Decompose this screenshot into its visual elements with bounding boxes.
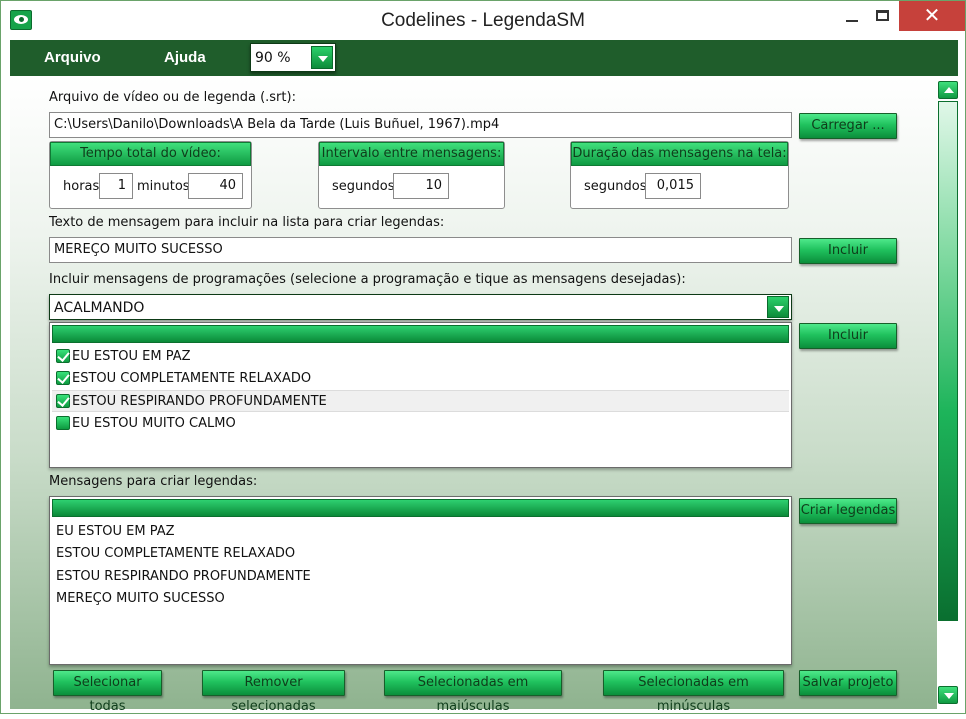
list-header xyxy=(52,499,789,517)
interval-seconds-label: segundos: xyxy=(332,179,399,194)
app-window: Codelines - LegendaSM ✕ Arquivo Ajuda 90… xyxy=(0,0,966,714)
duration-group: Duração das mensagens na tela: segundos:… xyxy=(570,141,789,209)
scroll-up-icon[interactable] xyxy=(938,81,958,99)
message-text-input[interactable]: MEREÇO MUITO SUCESSO xyxy=(49,237,792,263)
list-item[interactable]: MEREÇO MUITO SUCESSO xyxy=(56,588,225,610)
menu-bar: Arquivo Ajuda 90 % xyxy=(10,40,958,76)
list-item-label: EU ESTOU MUITO CALMO xyxy=(72,416,236,431)
scrollbar-thumb[interactable] xyxy=(938,101,958,621)
video-time-group: Tempo total do vídeo: horas: 1 minutos: … xyxy=(49,141,252,209)
checkbox[interactable] xyxy=(56,416,70,430)
uppercase-selected-button[interactable]: Selecionadas em maiúsculas xyxy=(384,670,562,714)
select-all-button[interactable]: Selecionar todas xyxy=(53,670,162,714)
include-programming-button[interactable]: Incluir xyxy=(799,323,897,349)
zoom-value: 90 % xyxy=(255,50,291,66)
list-item[interactable]: ESTOU RESPIRANDO PROFUNDAMENTE xyxy=(56,566,311,588)
load-button[interactable]: Carregar ... xyxy=(799,113,897,139)
list-item-label: ESTOU COMPLETAMENTE RELAXADO xyxy=(72,371,312,386)
hours-label: horas: xyxy=(63,179,104,194)
zoom-select[interactable]: 90 % xyxy=(250,43,336,72)
list-item[interactable]: ESTOU COMPLETAMENTE RELAXADO xyxy=(56,543,295,565)
include-message-button[interactable]: Incluir xyxy=(799,238,897,264)
checkbox[interactable] xyxy=(56,371,70,385)
maximize-icon xyxy=(875,10,889,21)
list-item[interactable]: EU ESTOU EM PAZ xyxy=(52,346,789,368)
close-icon: ✕ xyxy=(923,3,941,27)
chevron-down-icon[interactable] xyxy=(311,46,333,69)
message-text-label: Texto de mensagem para incluir na lista … xyxy=(49,215,445,230)
menu-file[interactable]: Arquivo xyxy=(44,49,101,66)
minimize-icon xyxy=(846,19,858,22)
minutes-input[interactable]: 40 xyxy=(188,173,243,199)
checkbox[interactable] xyxy=(56,394,70,408)
remove-selected-button[interactable]: Remover selecionadas xyxy=(202,670,345,714)
menu-help[interactable]: Ajuda xyxy=(164,49,206,66)
duration-title: Duração das mensagens na tela: xyxy=(571,142,788,166)
interval-seconds-input[interactable]: 10 xyxy=(393,173,449,199)
duration-seconds-label: segundos: xyxy=(584,179,651,194)
list-item-label: EU ESTOU EM PAZ xyxy=(72,349,191,364)
list-item[interactable]: ESTOU COMPLETAMENTE RELAXADO xyxy=(52,368,789,390)
lowercase-selected-button[interactable]: Selecionadas em minúsculas xyxy=(603,670,784,714)
vertical-scrollbar[interactable] xyxy=(937,79,959,709)
checkbox[interactable] xyxy=(56,349,70,363)
video-time-title: Tempo total do vídeo: xyxy=(50,142,251,166)
interval-group: Intervalo entre mensagens: segundos: 10 xyxy=(318,141,505,209)
title-bar: Codelines - LegendaSM ✕ xyxy=(1,1,965,39)
file-label: Arquivo de vídeo ou de legenda (.srt): xyxy=(49,90,296,105)
programming-selected: ACALMANDO xyxy=(54,300,145,316)
programming-select[interactable]: ACALMANDO xyxy=(49,294,792,320)
messages-label: Mensagens para criar legendas: xyxy=(49,474,258,489)
main-content: Arquivo de vídeo ou de legenda (.srt): C… xyxy=(10,76,958,714)
window-title: Codelines - LegendaSM xyxy=(381,10,585,31)
duration-seconds-input[interactable]: 0,015 xyxy=(645,173,701,199)
list-item[interactable]: EU ESTOU EM PAZ xyxy=(56,521,175,543)
chevron-down-icon[interactable] xyxy=(767,296,789,318)
interval-title: Intervalo entre mensagens: xyxy=(319,142,504,166)
list-item-label: ESTOU RESPIRANDO PROFUNDAMENTE xyxy=(72,394,327,409)
create-subtitles-button[interactable]: Criar legendas xyxy=(799,498,897,524)
hours-input[interactable]: 1 xyxy=(99,173,133,199)
list-item[interactable]: ESTOU RESPIRANDO PROFUNDAMENTE xyxy=(52,390,789,412)
list-item[interactable]: EU ESTOU MUITO CALMO xyxy=(52,413,789,435)
programming-label: Incluir mensagens de programações (selec… xyxy=(49,272,686,287)
scroll-down-icon[interactable] xyxy=(938,686,958,704)
subtitle-messages-list: EU ESTOU EM PAZ ESTOU COMPLETAMENTE RELA… xyxy=(49,496,792,665)
close-button[interactable]: ✕ xyxy=(899,1,965,31)
list-header xyxy=(52,325,789,343)
programming-messages-list: EU ESTOU EM PAZ ESTOU COMPLETAMENTE RELA… xyxy=(49,322,792,468)
file-path-input[interactable]: C:\Users\Danilo\Downloads\A Bela da Tard… xyxy=(49,112,792,138)
minutes-label: minutos: xyxy=(137,179,194,194)
save-project-button[interactable]: Salvar projeto xyxy=(799,670,897,696)
